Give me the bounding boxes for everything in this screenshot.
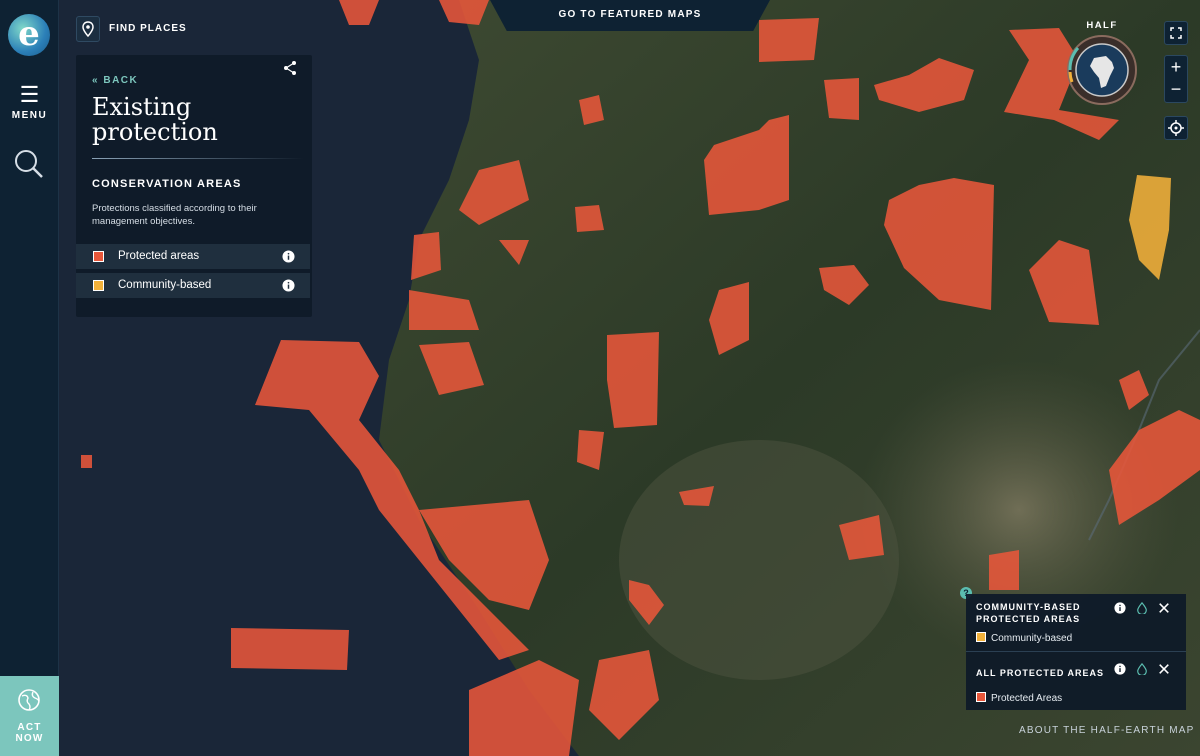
zoom-in-button[interactable]: + [1165,56,1187,79]
protected-area[interactable] [759,18,819,62]
protected-area[interactable] [231,628,349,670]
opacity-icon[interactable] [1136,663,1148,675]
menu-label: MENU [11,110,48,121]
zoom-controls: + − [1164,55,1188,103]
close-icon[interactable] [1158,663,1170,675]
share-button[interactable] [282,60,298,76]
hamburger-icon: ☰ [19,82,40,107]
section-description: Protections classified according to thei… [92,203,257,227]
legend-item-label: Community-based [991,633,1073,644]
featured-maps-label: GO TO FEATURED MAPS [558,9,702,20]
divider [92,158,304,159]
act-now-button[interactable]: ACT NOW [0,676,59,756]
act-now-label: ACT NOW [0,722,59,744]
section-title: CONSERVATION AREAS [92,178,242,190]
protected-area[interactable] [824,78,859,120]
layer-label: Community-based [118,279,212,291]
layer-label: Protected areas [118,250,200,262]
search-button[interactable] [13,148,45,180]
panel-title: Existing protection [92,93,218,146]
legend-item-protected: Protected Areas [976,692,1062,704]
info-icon[interactable] [282,250,295,263]
share-icon [284,61,296,75]
opacity-icon[interactable] [1136,602,1148,614]
protected-area[interactable] [607,332,659,428]
act-now-label-line-2: NOW [15,733,44,744]
legend-block-protected: ALL PROTECTED AREAS Protected Areas [966,653,1186,710]
sidebar-panel: « BACK Existing protection CONSERVATION … [76,55,312,317]
close-icon[interactable] [1158,602,1170,614]
minus-icon: − [1170,79,1182,99]
protected-swatch [93,251,104,262]
layer-toggle-protected-areas[interactable]: Protected areas [76,244,310,269]
half-label: HALF [1086,20,1118,31]
plus-icon: + [1170,57,1182,77]
double-chevron-left-icon: « [92,75,100,86]
featured-maps-button[interactable]: GO TO FEATURED MAPS [490,0,770,31]
fullscreen-icon [1170,27,1182,39]
legend-item-label: Protected Areas [991,693,1063,704]
community-swatch [93,280,104,291]
community-swatch [976,632,986,642]
left-rail: e ☰ MENU ACT NOW [0,0,59,756]
globe-icon [18,689,40,711]
locate-button[interactable] [1164,116,1188,140]
search-icon [15,150,43,178]
half-earth-logo[interactable]: e [8,14,50,56]
fullscreen-button[interactable] [1164,21,1188,45]
info-icon[interactable] [1114,602,1126,614]
protected-swatch [976,692,986,702]
legend-title-line-2: PROTECTED AREAS [976,614,1081,624]
pin-icon [76,16,100,42]
crosshair-icon [1168,120,1184,136]
info-icon[interactable] [282,279,295,292]
globe-icon [1067,35,1137,105]
menu-button[interactable]: ☰ MENU [0,84,59,128]
back-button[interactable]: « BACK [92,75,138,86]
protected-area[interactable] [989,550,1019,590]
about-map-link[interactable]: ABOUT THE HALF-EARTH MAP [1019,725,1195,736]
legend-title: ALL PROTECTED AREAS [976,668,1105,678]
layer-toggle-community-based[interactable]: Community-based [76,273,310,298]
protected-area[interactable] [575,205,604,232]
find-places-label: FIND PLACES [109,23,187,34]
legend-title-line-1: COMMUNITY-BASED [976,602,1081,612]
legend-item-community: Community-based [976,632,1072,644]
zoom-out-button[interactable]: − [1165,79,1187,102]
legend-title: COMMUNITY-BASED PROTECTED AREAS [976,601,1106,625]
legend-block-community: COMMUNITY-BASED PROTECTED AREAS Communit… [966,594,1186,652]
half-globe-widget[interactable]: HALF [1066,20,1138,106]
act-now-label-line-1: ACT [17,722,42,733]
back-label: BACK [103,75,139,86]
map-legend: COMMUNITY-BASED PROTECTED AREAS Communit… [966,594,1186,710]
protected-area[interactable] [81,455,92,468]
info-icon[interactable] [1114,663,1126,675]
